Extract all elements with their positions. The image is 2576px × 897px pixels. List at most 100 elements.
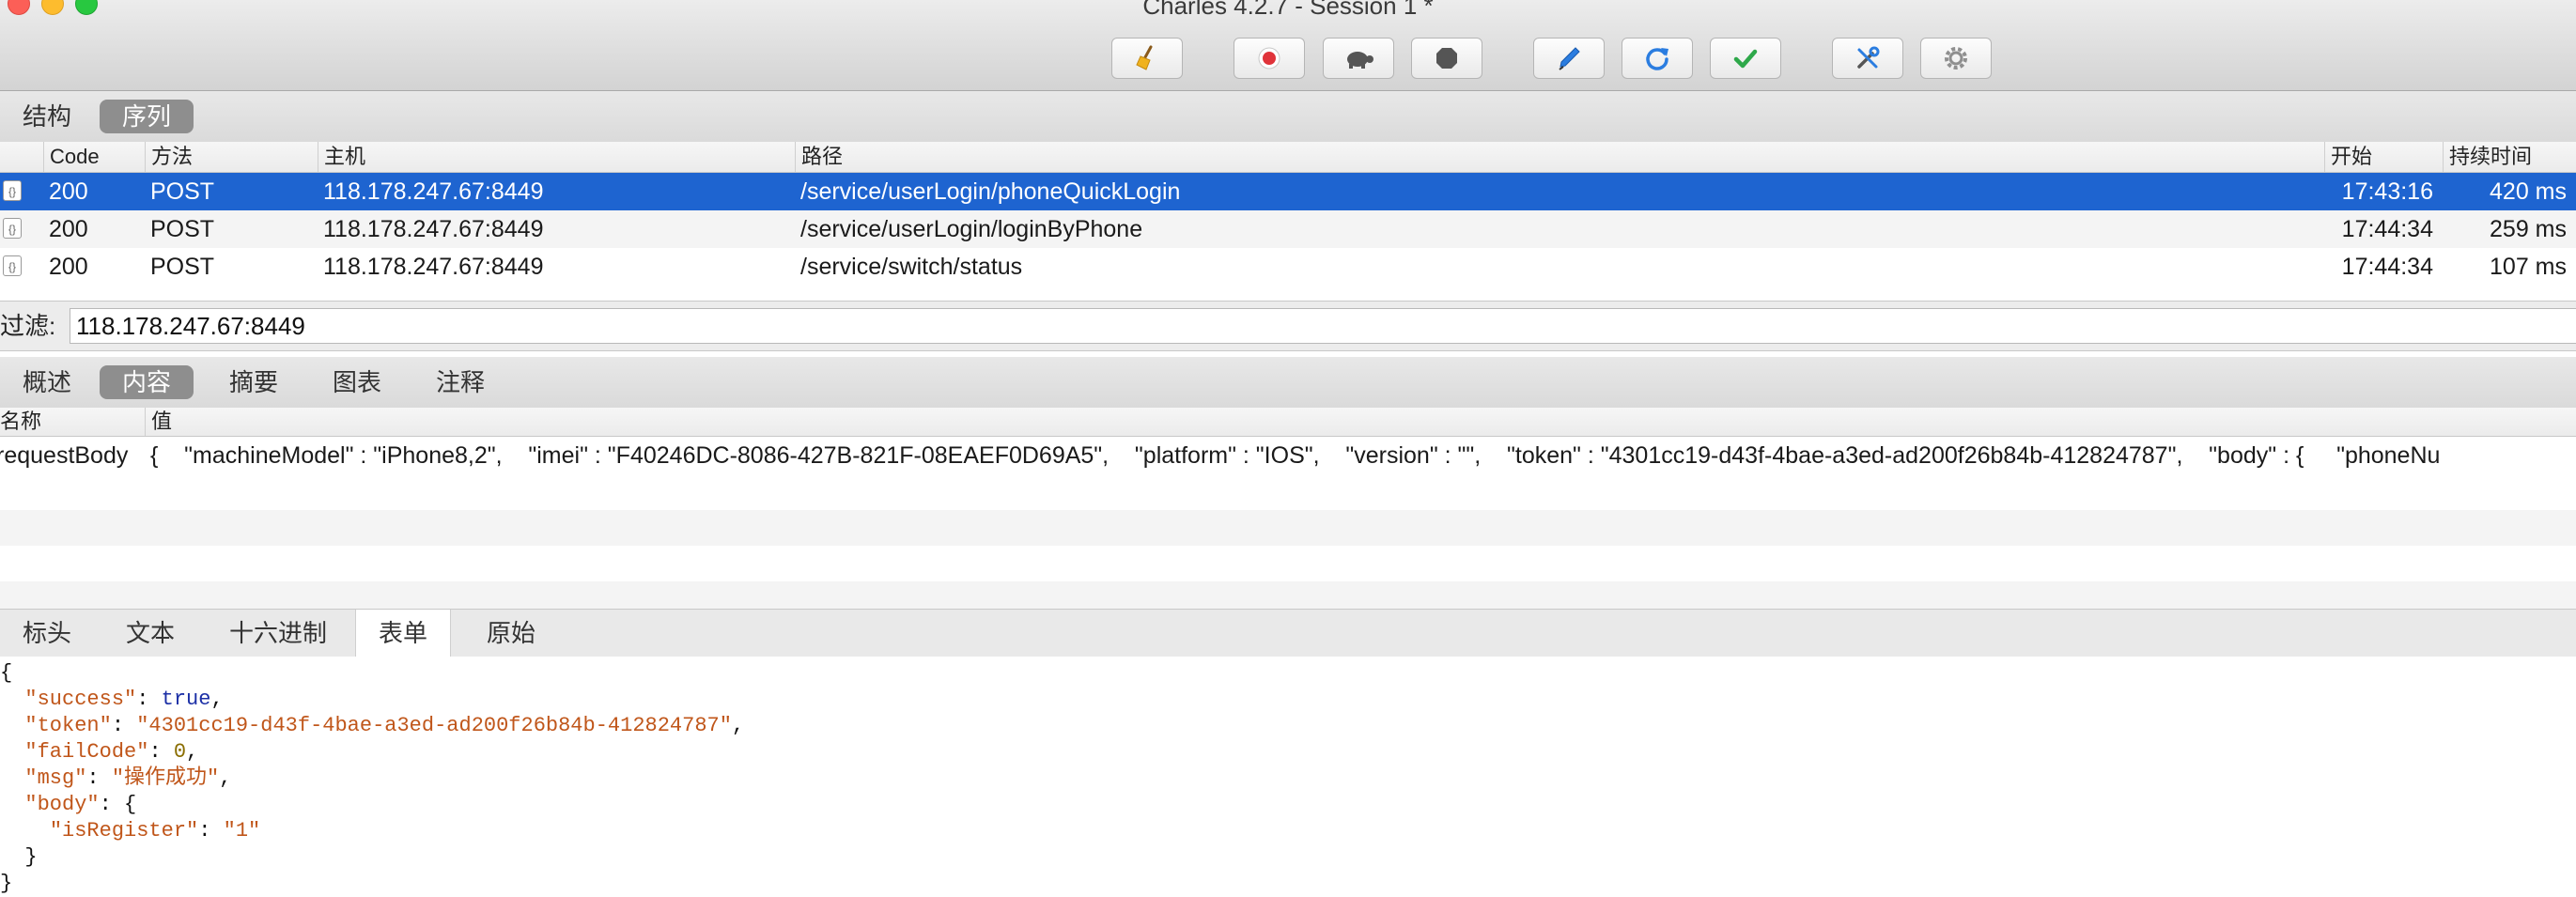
json-file-icon: {} bbox=[3, 255, 22, 276]
json-brace: { bbox=[0, 661, 13, 685]
clear-session-button[interactable] bbox=[1111, 38, 1183, 79]
row-path: /service/switch/status bbox=[800, 254, 1023, 280]
row-start: 17:44:34 bbox=[2341, 254, 2433, 280]
tab-chart[interactable]: 图表 bbox=[310, 365, 404, 399]
empty-row bbox=[0, 474, 2576, 510]
tools-icon bbox=[1857, 46, 1880, 69]
checkmark-icon bbox=[1733, 49, 1758, 69]
name-value-row[interactable]: requestBody { "machineModel" : "iPhone8,… bbox=[0, 437, 2576, 474]
json-key: "success" bbox=[24, 688, 137, 711]
window-titlebar: Charles 4.2.7 - Session 1 * bbox=[0, 0, 2576, 91]
json-key: "msg" bbox=[24, 766, 87, 790]
detail-tab-bar: 概述 内容 摘要 图表 注释 bbox=[0, 357, 2576, 409]
stop-hexagon-icon bbox=[1436, 48, 1457, 69]
table-row[interactable]: {} 200 POST 118.178.247.67:8449 /service… bbox=[0, 173, 2576, 210]
throttle-button[interactable] bbox=[1323, 38, 1394, 79]
tab-notes[interactable]: 注释 bbox=[413, 365, 507, 399]
column-header-value[interactable]: 值 bbox=[145, 408, 2576, 436]
json-brace: { bbox=[124, 793, 137, 816]
row-method: POST bbox=[150, 216, 215, 242]
json-value: "1" bbox=[223, 819, 261, 843]
column-header-path[interactable]: 路径 bbox=[795, 142, 2324, 172]
row-code: 200 bbox=[49, 254, 88, 280]
json-line: "body": { bbox=[24, 793, 137, 816]
row-host: 118.178.247.67:8449 bbox=[323, 216, 544, 242]
tab-form[interactable]: 表单 bbox=[355, 610, 452, 657]
row-host: 118.178.247.67:8449 bbox=[323, 178, 544, 205]
tools-button[interactable] bbox=[1832, 38, 1903, 79]
response-json-view[interactable]: { "success": true, "token": "4301cc19-d4… bbox=[0, 657, 2576, 895]
record-button[interactable] bbox=[1234, 38, 1305, 79]
column-header-name[interactable]: 名称 bbox=[0, 408, 145, 436]
table-row[interactable]: {} 200 POST 118.178.247.67:8449 /service… bbox=[0, 210, 2576, 248]
column-header-code[interactable]: Code bbox=[43, 142, 145, 172]
json-line: "failCode": 0, bbox=[24, 740, 199, 764]
json-value: true bbox=[161, 688, 211, 711]
turtle-icon bbox=[1347, 52, 1373, 69]
row-host: 118.178.247.67:8449 bbox=[323, 254, 544, 280]
settings-button[interactable] bbox=[1920, 38, 1992, 79]
row-path: /service/userLogin/loginByPhone bbox=[800, 216, 1143, 242]
json-line: "msg": "操作成功", bbox=[24, 766, 232, 790]
row-code: 200 bbox=[49, 216, 88, 242]
compose-button[interactable] bbox=[1533, 38, 1605, 79]
validate-button[interactable] bbox=[1710, 38, 1781, 79]
broom-icon bbox=[1136, 45, 1153, 70]
param-value: { "machineModel" : "iPhone8,2", "imei" :… bbox=[150, 442, 2441, 469]
json-line: } bbox=[0, 871, 12, 897]
column-header-host[interactable]: 主机 bbox=[318, 142, 795, 172]
json-key: "body" bbox=[24, 793, 100, 816]
tab-text[interactable]: 文本 bbox=[103, 610, 197, 657]
json-brace: } bbox=[24, 845, 38, 869]
filter-label: 过滤: bbox=[0, 312, 56, 340]
refresh-icon bbox=[1646, 48, 1668, 70]
empty-row bbox=[0, 510, 2576, 546]
tab-raw[interactable]: 原始 bbox=[464, 610, 558, 657]
tab-contents[interactable]: 内容 bbox=[100, 365, 194, 399]
column-header-start[interactable]: 开始 bbox=[2324, 142, 2443, 172]
response-tab-bar: 标头 文本 十六进制 表单 原始 bbox=[0, 609, 2576, 657]
empty-row bbox=[0, 581, 2576, 609]
json-line: "token": "4301cc19-d43f-4bae-a3ed-ad200f… bbox=[24, 714, 745, 737]
filter-bar: 过滤: bbox=[0, 301, 2576, 351]
tab-hex[interactable]: 十六进制 bbox=[207, 610, 349, 657]
record-icon bbox=[1258, 47, 1280, 70]
tab-headers[interactable]: 标头 bbox=[0, 610, 94, 657]
json-brace: } bbox=[0, 872, 13, 895]
pen-icon bbox=[1559, 47, 1580, 70]
json-line: "isRegister": "1" bbox=[49, 819, 261, 843]
breakpoints-button[interactable] bbox=[1411, 38, 1482, 79]
view-tab-bar: 结构 序列 bbox=[0, 91, 2576, 143]
repeat-button[interactable] bbox=[1622, 38, 1693, 79]
table-row[interactable]: {} 200 POST 118.178.247.67:8449 /service… bbox=[0, 248, 2576, 286]
column-header-method[interactable]: 方法 bbox=[145, 142, 318, 172]
window-title: Charles 4.2.7 - Session 1 * bbox=[1142, 0, 1434, 20]
row-code: 200 bbox=[49, 178, 88, 205]
json-value: 0 bbox=[173, 740, 187, 764]
json-file-icon: {} bbox=[3, 218, 22, 239]
json-line: "success": true, bbox=[24, 688, 224, 711]
row-duration: 259 ms bbox=[2490, 216, 2567, 242]
request-table-header: Code 方法 主机 路径 开始 持续时间 bbox=[0, 142, 2576, 173]
tab-sequence[interactable]: 序列 bbox=[100, 100, 194, 133]
row-duration: 107 ms bbox=[2490, 254, 2567, 280]
tab-overview[interactable]: 概述 bbox=[0, 365, 94, 399]
name-value-header: 名称 值 bbox=[0, 408, 2576, 437]
filter-input[interactable] bbox=[70, 308, 2576, 344]
row-duration: 420 ms bbox=[2490, 178, 2567, 205]
json-line: } bbox=[0, 844, 38, 871]
tab-summary[interactable]: 摘要 bbox=[207, 365, 301, 399]
param-name: requestBody bbox=[0, 442, 129, 469]
json-value: "4301cc19-d43f-4bae-a3ed-ad200f26b84b-41… bbox=[136, 714, 732, 737]
json-key: "token" bbox=[24, 714, 112, 737]
row-start: 17:43:16 bbox=[2341, 178, 2433, 205]
json-file-icon: {} bbox=[3, 180, 22, 201]
row-start: 17:44:34 bbox=[2341, 216, 2433, 242]
column-header-duration[interactable]: 持续时间 bbox=[2443, 142, 2576, 172]
json-key: "failCode" bbox=[24, 740, 149, 764]
json-key: "isRegister" bbox=[49, 819, 199, 843]
json-value: "操作成功" bbox=[111, 766, 220, 790]
row-method: POST bbox=[150, 178, 215, 205]
json-line: { bbox=[0, 660, 12, 687]
tab-structure[interactable]: 结构 bbox=[0, 100, 94, 133]
